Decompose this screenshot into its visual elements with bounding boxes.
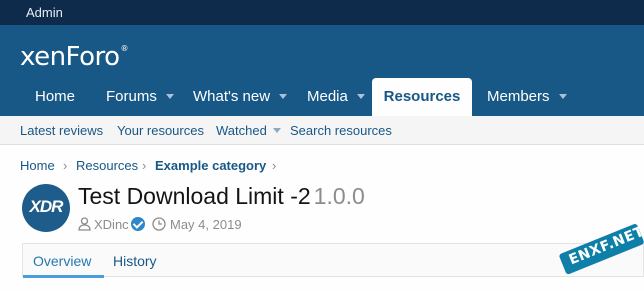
subnav-watched-label: Watched [216, 123, 267, 138]
tab-overview[interactable]: Overview [33, 253, 91, 269]
nav-tab-resources[interactable]: Resources [372, 78, 472, 116]
resource-title: Test Download Limit -2 [78, 183, 311, 209]
nav-tab-forums[interactable]: Forums [106, 78, 174, 116]
nav-tab-whats-new[interactable]: What's new [193, 78, 288, 116]
breadcrumb-resources[interactable]: Resources [76, 158, 138, 173]
staff-bar: Admin [0, 0, 644, 25]
tab-history[interactable]: History [113, 253, 157, 269]
nav-tab-home[interactable]: Home [35, 78, 75, 116]
page-title: Test Download Limit -2 1.0.0 [78, 183, 365, 210]
nav-tab-label: Forums [106, 88, 157, 105]
breadcrumb-separator: › [142, 158, 147, 173]
breadcrumb-category[interactable]: Example category [155, 158, 266, 173]
chevron-down-icon[interactable] [356, 93, 365, 99]
nav-tab-label: Media [307, 88, 348, 105]
nav-tab-media[interactable]: Media [307, 78, 365, 116]
nav-tab-label: Home [35, 88, 76, 105]
site-header: xenForo® [0, 25, 644, 78]
nav-tab-label: Members [487, 88, 550, 105]
breadcrumb-home[interactable]: Home [20, 158, 55, 173]
resource-tabs: Overview History [22, 243, 644, 278]
user-icon [78, 217, 91, 232]
avatar-initials: XDR [29, 197, 64, 216]
resource-date[interactable]: May 4, 2019 [170, 217, 242, 232]
verified-check-icon [131, 217, 145, 231]
nav-tab-label: What's new [193, 88, 271, 105]
chevron-down-icon[interactable] [558, 93, 567, 99]
logo-text: xenForo [20, 42, 120, 72]
clock-icon [152, 217, 166, 232]
logo-trademark: ® [120, 44, 129, 53]
admin-link[interactable]: Admin [26, 5, 63, 20]
subnav-your-resources[interactable]: Your resources [117, 123, 204, 138]
nav-tab-members[interactable]: Members [487, 78, 567, 116]
breadcrumb-separator: › [272, 158, 277, 173]
avatar[interactable]: XDR [22, 184, 70, 232]
resource-version: 1.0.0 [313, 183, 365, 209]
breadcrumb-separator: › [63, 158, 68, 173]
subnav-watched[interactable]: Watched [216, 123, 281, 138]
main-nav: Home Forums What's new Media Resources M… [0, 78, 644, 116]
chevron-down-icon[interactable] [279, 93, 288, 99]
sub-nav: Latest reviews Your resources Watched Se… [0, 116, 644, 145]
active-tab-indicator [23, 275, 104, 278]
subnav-latest-reviews[interactable]: Latest reviews [20, 123, 103, 138]
chevron-down-icon[interactable] [165, 93, 174, 99]
subnav-search-resources[interactable]: Search resources [290, 123, 392, 138]
site-logo[interactable]: xenForo® [20, 42, 129, 72]
resource-author[interactable]: XDinc [94, 217, 129, 232]
chevron-down-icon[interactable] [272, 128, 281, 134]
nav-tab-label: Resources [383, 88, 461, 105]
